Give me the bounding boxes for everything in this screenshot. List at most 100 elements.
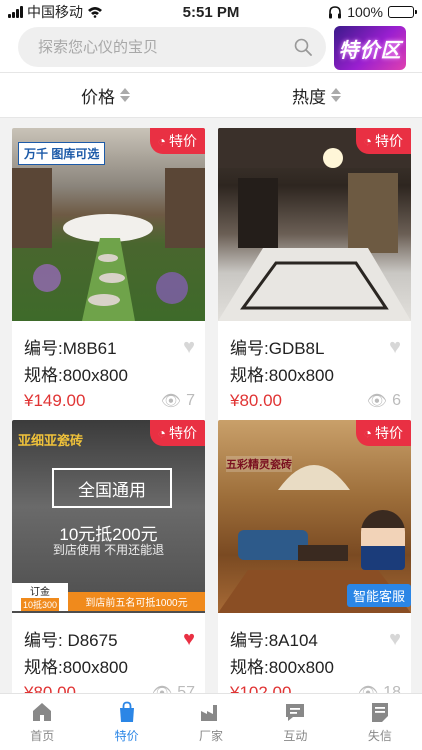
special-price-tag-label: 特价 [169, 425, 197, 441]
sort-by-price[interactable]: 价格 [0, 73, 211, 117]
bottom-tab-bar: 首页 特价 厂家 互动 失信 [0, 693, 422, 750]
product-grid: 万千 图库可选 ◔ 特价 编号:M8B61 ♥ 规格:800x800 ¥149.00… [0, 118, 422, 693]
tab-special[interactable]: 特价 [84, 694, 168, 750]
product-price: ¥80.00 [230, 390, 282, 410]
smart-service-label: 智能客服 [352, 589, 405, 604]
view-count: 👁 6 [367, 391, 401, 411]
shopping-bag-icon [119, 701, 134, 722]
search-icon[interactable] [294, 38, 312, 56]
clock-icon: ◔ [363, 425, 372, 441]
brand-logo: 五彩精灵瓷砖 [226, 456, 292, 472]
clock-icon: ◔ [157, 425, 166, 441]
tab-interact-label: 互动 [283, 729, 308, 743]
tab-home-label: 首页 [30, 729, 55, 743]
heart-icon[interactable]: ♥ [389, 337, 401, 357]
tab-factory-label: 厂家 [199, 729, 224, 743]
headphones-icon [329, 5, 342, 18]
wifi-icon [88, 7, 102, 18]
image-caption: 万千 图库可选 [18, 142, 106, 165]
factory-icon [201, 705, 218, 721]
product-price: ¥149.00 [24, 390, 86, 410]
deposit-badge: 订金 10抵300 [12, 583, 68, 611]
product-code: 编号:8A104 [230, 631, 318, 650]
special-zone-logo-text: 特价区 [338, 39, 402, 62]
special-price-tag: ◔ 特价 [149, 420, 205, 446]
sort-by-popularity[interactable]: 热度 [211, 73, 422, 117]
product-image[interactable]: 万千 图库可选 ◔ 特价 [12, 128, 205, 321]
home-icon [33, 703, 52, 721]
heart-icon[interactable]: ♥ [183, 337, 195, 357]
product-code: 编号:GDB8L [230, 339, 325, 358]
product-price: ¥102.00 [230, 682, 292, 694]
battery-percent: 100% [347, 4, 383, 20]
special-price-tag: ◔ 特价 [149, 128, 205, 154]
sort-price-label: 价格 [81, 87, 115, 107]
brand-logo: 亚细亚瓷砖 [18, 433, 84, 448]
promo-offer-sub: 到店使用 不用还能退 [52, 543, 165, 557]
chat-icon [286, 704, 305, 721]
product-card[interactable]: ◔ 特价 编号:GDB8L ♥ 规格:800x800 ¥80.00 👁 6 [218, 128, 411, 424]
product-spec: 规格:800x800 [24, 658, 128, 677]
eye-icon: 👁 [357, 684, 379, 694]
status-bar: 中国移动 5:51 PM 100% [0, 0, 422, 24]
tab-dishonest-label: 失信 [367, 729, 392, 743]
tab-factory[interactable]: 厂家 [169, 694, 253, 750]
status-left: 中国移动 [8, 2, 158, 22]
special-price-tag: ◔ 特价 [355, 128, 411, 154]
product-card[interactable]: 万千 图库可选 ◔ 特价 编号:M8B61 ♥ 规格:800x800 ¥149.00… [12, 128, 205, 424]
clock-icon: ◔ [157, 133, 166, 149]
product-code: 编号:M8B61 [24, 339, 117, 358]
smart-service-button[interactable]: 智能客服 [346, 584, 411, 607]
sort-arrows-icon [120, 88, 130, 102]
product-image[interactable]: 五彩精灵瓷砖 智能客服 ◔ 特价 [218, 420, 411, 613]
tab-interact[interactable]: 互动 [253, 694, 337, 750]
product-code: 编号: D8675 [24, 631, 118, 650]
view-count-value: 18 [383, 683, 401, 694]
status-time: 5:51 PM [182, 3, 240, 21]
view-count: 👁 18 [358, 683, 401, 694]
product-spec: 规格:800x800 [230, 658, 334, 677]
status-right: 100% [264, 4, 417, 20]
promo-banner: 全国通用 [52, 468, 172, 508]
product-card[interactable]: 五彩精灵瓷砖 智能客服 ◔ 特价 编号:8A104 ♥ 规格:800x800 ¥10… [218, 420, 411, 693]
hallway-scene-illustration [218, 128, 411, 321]
customer-service-avatar[interactable] [361, 510, 405, 570]
eye-icon: 👁 [151, 684, 173, 694]
view-count: 👁 57 [152, 683, 195, 694]
special-price-tag-label: 特价 [375, 133, 403, 149]
product-image[interactable]: 亚细亚瓷砖 全国通用 10元抵200元 到店使用 不用还能退 订金 10抵300… [12, 420, 205, 613]
special-zone-logo[interactable]: 特价区 [334, 26, 406, 70]
view-count-value: 7 [186, 391, 195, 409]
search-input[interactable] [38, 38, 294, 56]
tab-special-label: 特价 [114, 729, 139, 743]
special-price-tag-label: 特价 [375, 425, 403, 441]
product-info: 编号:GDB8L ♥ 规格:800x800 ¥80.00 👁 6 [218, 321, 411, 424]
sort-popularity-label: 热度 [292, 87, 326, 107]
eye-icon: 👁 [366, 392, 388, 410]
product-price: ¥80.00 [24, 682, 76, 694]
document-icon [371, 703, 388, 722]
product-image[interactable]: ◔ 特价 [218, 128, 411, 321]
clock-icon: ◔ [363, 133, 372, 149]
product-info: 编号:M8B61 ♥ 规格:800x800 ¥149.00 👁 7 [12, 321, 205, 424]
promo-banner-text: 全国通用 [78, 480, 146, 500]
search-header: 特价区 [0, 24, 422, 72]
product-info: 编号: D8675 ♥ 规格:800x800 ¥80.00 👁 57 [12, 613, 205, 694]
product-spec: 规格:800x800 [230, 366, 334, 385]
product-spec: 规格:800x800 [24, 366, 128, 385]
tab-dishonest[interactable]: 失信 [338, 694, 422, 750]
view-count-value: 6 [392, 391, 401, 409]
tab-home[interactable]: 首页 [0, 694, 84, 750]
deposit-label: 订金 [30, 587, 50, 598]
search-box[interactable] [18, 27, 326, 67]
heart-icon[interactable]: ♥ [183, 629, 195, 649]
special-price-tag-label: 特价 [169, 133, 197, 149]
heart-icon[interactable]: ♥ [389, 629, 401, 649]
product-card[interactable]: 亚细亚瓷砖 全国通用 10元抵200元 到店使用 不用还能退 订金 10抵300… [12, 420, 205, 693]
carrier-label: 中国移动 [27, 4, 83, 20]
battery-icon [388, 6, 417, 18]
sort-bar: 价格 热度 [0, 72, 422, 118]
view-count: 👁 7 [161, 391, 195, 411]
product-info: 编号:8A104 ♥ 规格:800x800 ¥102.00 👁 18 [218, 613, 411, 694]
eye-icon: 👁 [160, 392, 182, 410]
